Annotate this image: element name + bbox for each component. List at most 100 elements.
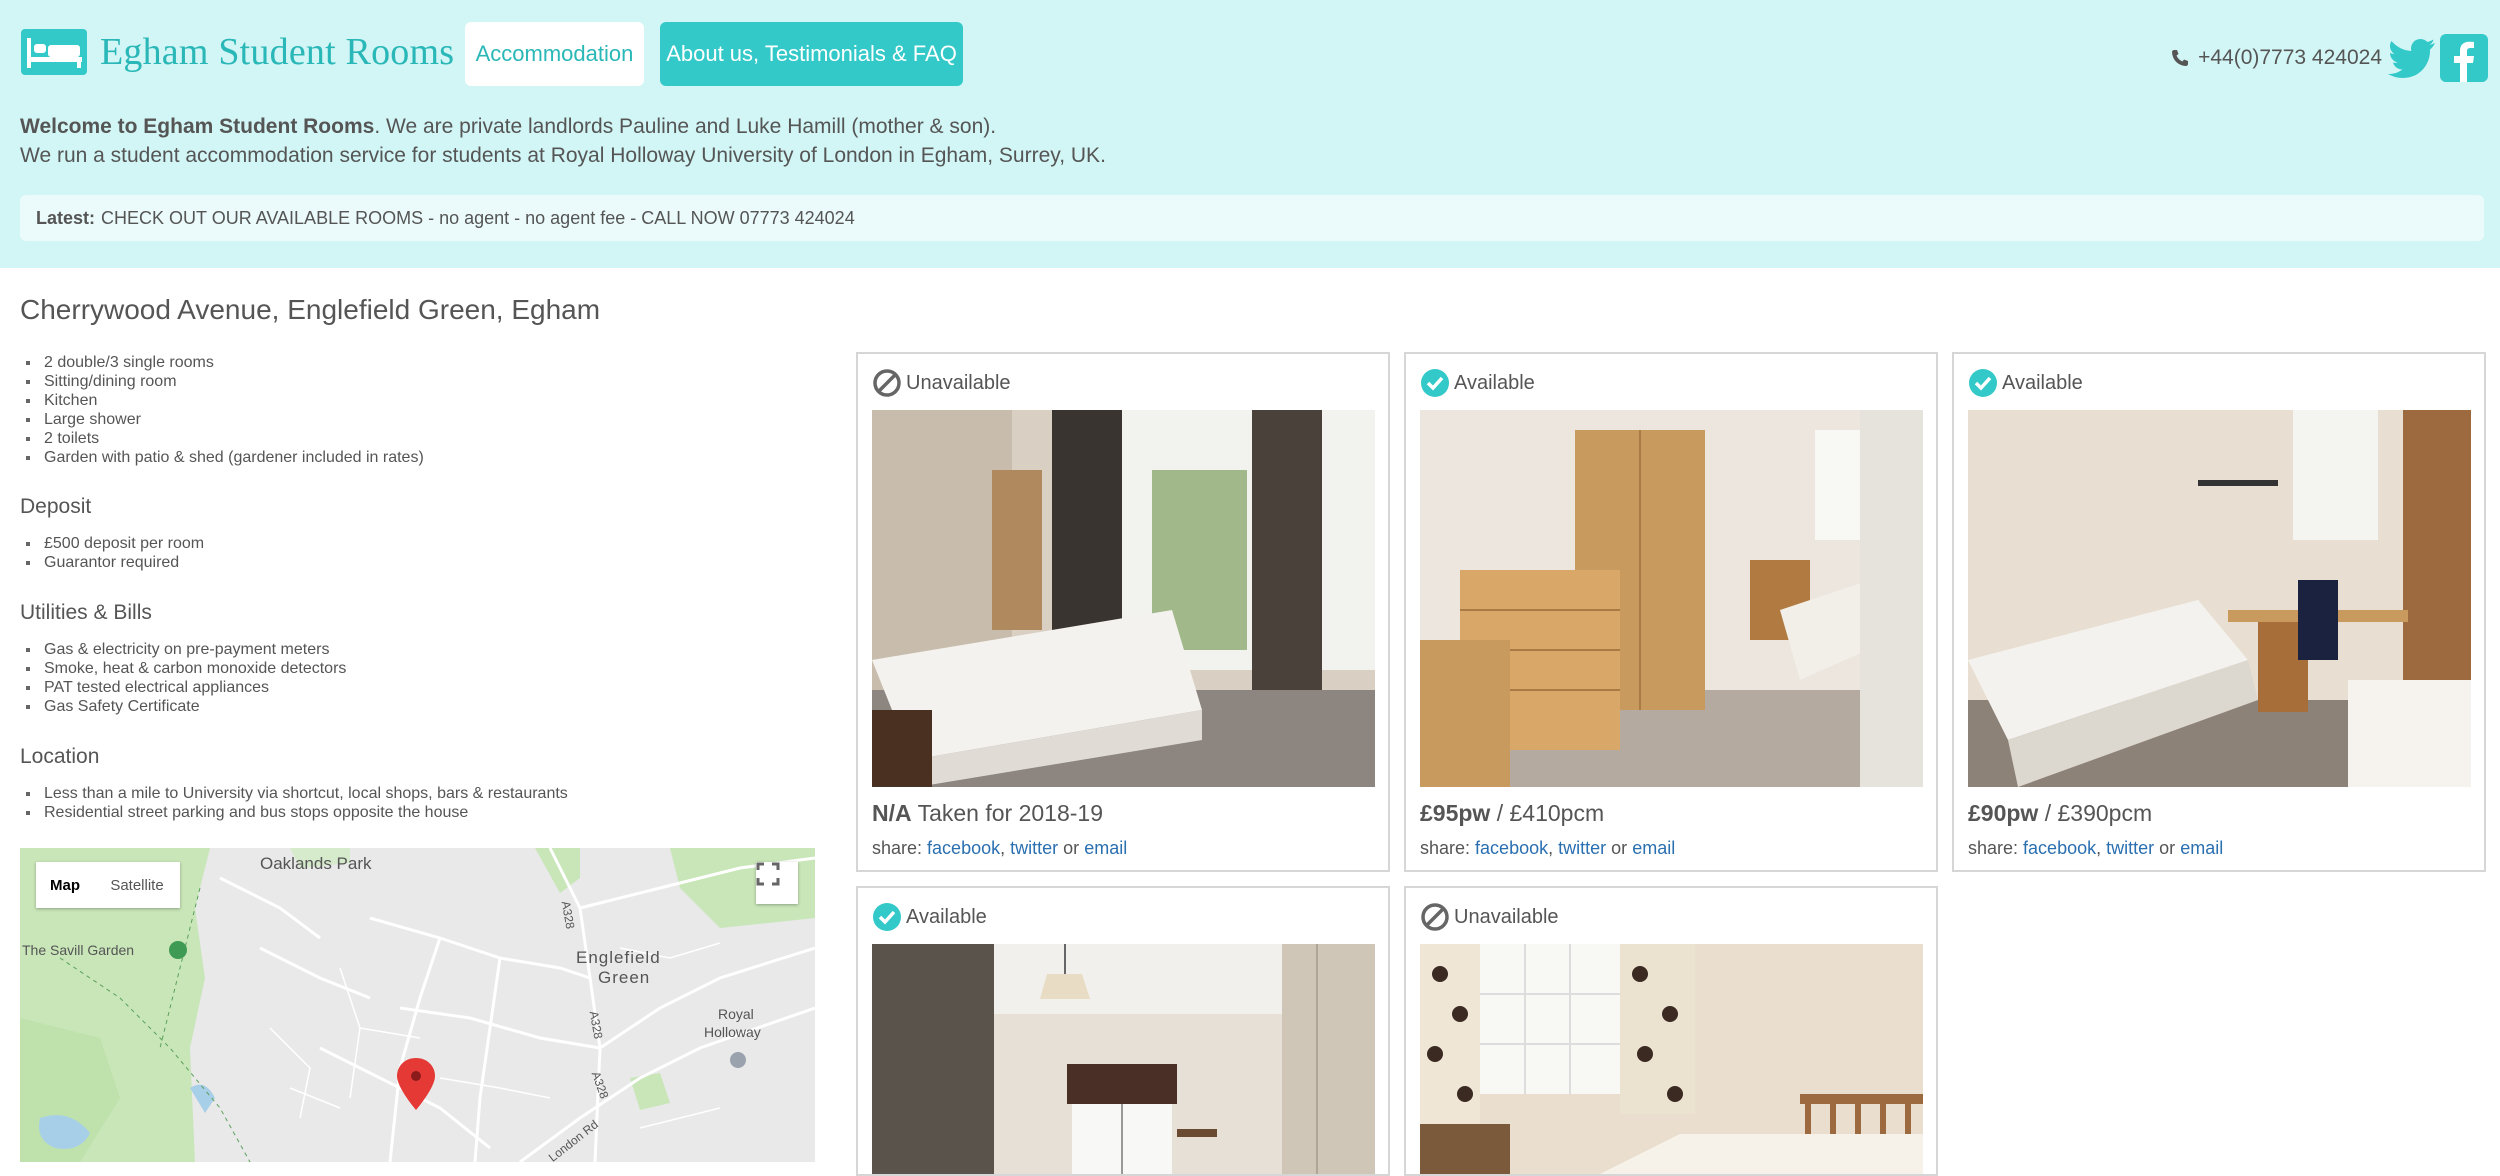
welcome-line2: We run a student accommodation service f…: [20, 144, 1106, 167]
deposit-list: £500 deposit per room Guarantor required: [25, 534, 205, 572]
satellite-view-button[interactable]: Satellite: [94, 862, 180, 908]
share-label: share:: [1420, 838, 1471, 858]
list-item: Large shower: [26, 410, 424, 429]
latest-label: Latest:: [36, 207, 96, 228]
list-item: Gas & electricity on pre-payment meters: [25, 640, 346, 659]
list-item: Residential street parking and bus stops…: [26, 803, 568, 822]
share-or: or: [1063, 838, 1080, 858]
list-item: Kitchen: [26, 391, 424, 410]
contact-bar: +44(0)7773 424024: [2170, 34, 2488, 82]
share-links: share: facebook, twitter or email: [1420, 838, 1676, 858]
room-price: N/A Taken for 2018-19: [872, 800, 1103, 827]
map-label-englefield: Englefield: [576, 948, 661, 967]
features-list: 2 double/3 single rooms Sitting/dining r…: [26, 353, 424, 467]
map-label-green: Green: [598, 968, 651, 987]
fullscreen-button[interactable]: [756, 862, 798, 904]
price-rest: / £410pcm: [1490, 800, 1605, 826]
share-links: share: facebook, twitter or email: [872, 838, 1128, 858]
share-or: or: [2159, 838, 2176, 858]
price-rest: Taken for 2018-19: [911, 800, 1104, 826]
room-card[interactable]: Unavailable N/A Taken for 2018-19 share:…: [856, 352, 1390, 872]
map-type-toggle: Map Satellite: [36, 862, 180, 908]
room-price: £90pw / £390pcm: [1968, 800, 2152, 827]
list-item: Sitting/dining room: [26, 372, 424, 391]
location-heading: Location: [20, 745, 100, 768]
welcome-line1: . We are private landlords Pauline and L…: [374, 115, 997, 138]
room-photo[interactable]: [872, 410, 1375, 787]
fullscreen-icon: [756, 862, 780, 886]
price-rest: / £390pcm: [2038, 800, 2153, 826]
room-status: Available: [1420, 368, 1535, 398]
room-photo[interactable]: [1968, 410, 2471, 787]
share-label: share:: [872, 838, 923, 858]
twitter-icon[interactable]: [2388, 37, 2436, 79]
status-label: Available: [1454, 371, 1535, 394]
room-status: Available: [872, 902, 987, 932]
room-card[interactable]: Unavailable: [1404, 886, 1938, 1176]
status-label: Unavailable: [1454, 905, 1559, 928]
nav-accommodation[interactable]: Accommodation: [465, 22, 644, 86]
price-bold: N/A: [872, 800, 912, 826]
list-item: £500 deposit per room: [25, 535, 205, 552]
share-or: or: [1611, 838, 1628, 858]
map-label-savill: The Savill Garden: [22, 942, 135, 958]
room-status: Unavailable: [872, 368, 1011, 398]
room-photo[interactable]: [872, 944, 1375, 1174]
share-facebook-link[interactable]: facebook: [927, 838, 1000, 858]
phone-icon: [2172, 50, 2189, 66]
list-item: Less than a mile to University via short…: [26, 785, 568, 802]
list-item: Smoke, heat & carbon monoxide detectors: [25, 660, 347, 677]
share-twitter-link[interactable]: twitter: [1010, 838, 1058, 858]
room-status: Unavailable: [1420, 902, 1559, 932]
share-twitter-link[interactable]: twitter: [1558, 838, 1606, 858]
list-item: 2 double/3 single rooms: [26, 353, 424, 372]
room-card[interactable]: Available £95pw / £410pcm share: faceboo…: [1404, 352, 1938, 872]
nav-about-testimonials-faq[interactable]: About us, Testimonials & FAQ: [660, 22, 963, 86]
available-check-icon: [873, 903, 901, 931]
room-photo[interactable]: [1420, 410, 1923, 787]
share-facebook-link[interactable]: facebook: [2023, 838, 2096, 858]
brand-logo[interactable]: Egham Student Rooms: [20, 28, 454, 76]
utilities-heading: Utilities & Bills: [20, 601, 152, 624]
share-email-link[interactable]: email: [1632, 838, 1675, 858]
map-label-oaklands: Oaklands Park: [260, 854, 372, 873]
map-label-royal: Royal: [718, 1006, 754, 1022]
available-check-icon: [1421, 369, 1449, 397]
map-label-holloway: Holloway: [704, 1024, 761, 1040]
list-item: Gas Safety Certificate: [25, 697, 346, 716]
latest-news-bar: Latest: CHECK OUT OUR AVAILABLE ROOMS - …: [20, 195, 2484, 241]
share-facebook-link[interactable]: facebook: [1475, 838, 1548, 858]
location-map[interactable]: Oaklands Park The Savill Garden Englefie…: [20, 848, 815, 1162]
share-label: share:: [1968, 838, 2019, 858]
share-email-link[interactable]: email: [2180, 838, 2223, 858]
list-item: Garden with patio & shed (gardener inclu…: [26, 449, 424, 466]
room-status: Available: [1968, 368, 2083, 398]
map-view-button[interactable]: Map: [36, 862, 94, 908]
latest-text: CHECK OUT OUR AVAILABLE ROOMS - no agent…: [101, 207, 855, 228]
deposit-heading: Deposit: [20, 495, 92, 518]
price-bold: £90pw: [1968, 800, 2039, 826]
status-label: Unavailable: [906, 371, 1011, 394]
share-twitter-link[interactable]: twitter: [2106, 838, 2154, 858]
list-item: Guarantor required: [25, 553, 204, 572]
list-item: 2 toilets: [26, 429, 424, 448]
price-bold: £95pw: [1420, 800, 1491, 826]
room-card[interactable]: Available: [856, 886, 1390, 1176]
available-check-icon: [1969, 369, 1997, 397]
share-email-link[interactable]: email: [1084, 838, 1127, 858]
facebook-icon[interactable]: [2440, 34, 2488, 82]
share-links: share: facebook, twitter or email: [1968, 838, 2224, 858]
room-card[interactable]: Available £90pw / £390pcm share: faceboo…: [1952, 352, 2486, 872]
welcome-bold: Welcome to Egham Student Rooms: [20, 115, 375, 138]
property-title: Cherrywood Avenue, Englefield Green, Egh…: [20, 294, 601, 325]
brand-name[interactable]: Egham Student Rooms: [100, 30, 454, 74]
status-label: Available: [2002, 371, 2083, 394]
unavailable-icon: [1421, 903, 1449, 931]
bed-icon: [21, 29, 87, 75]
site-header: Egham Student Rooms Accommodation About …: [0, 0, 2500, 268]
location-list: Less than a mile to University via short…: [26, 784, 568, 822]
welcome-text: Welcome to Egham Student Rooms. We are p…: [20, 112, 1106, 170]
phone-number[interactable]: +44(0)7773 424024: [2198, 46, 2382, 70]
status-label: Available: [906, 905, 987, 928]
room-photo[interactable]: [1420, 944, 1923, 1174]
